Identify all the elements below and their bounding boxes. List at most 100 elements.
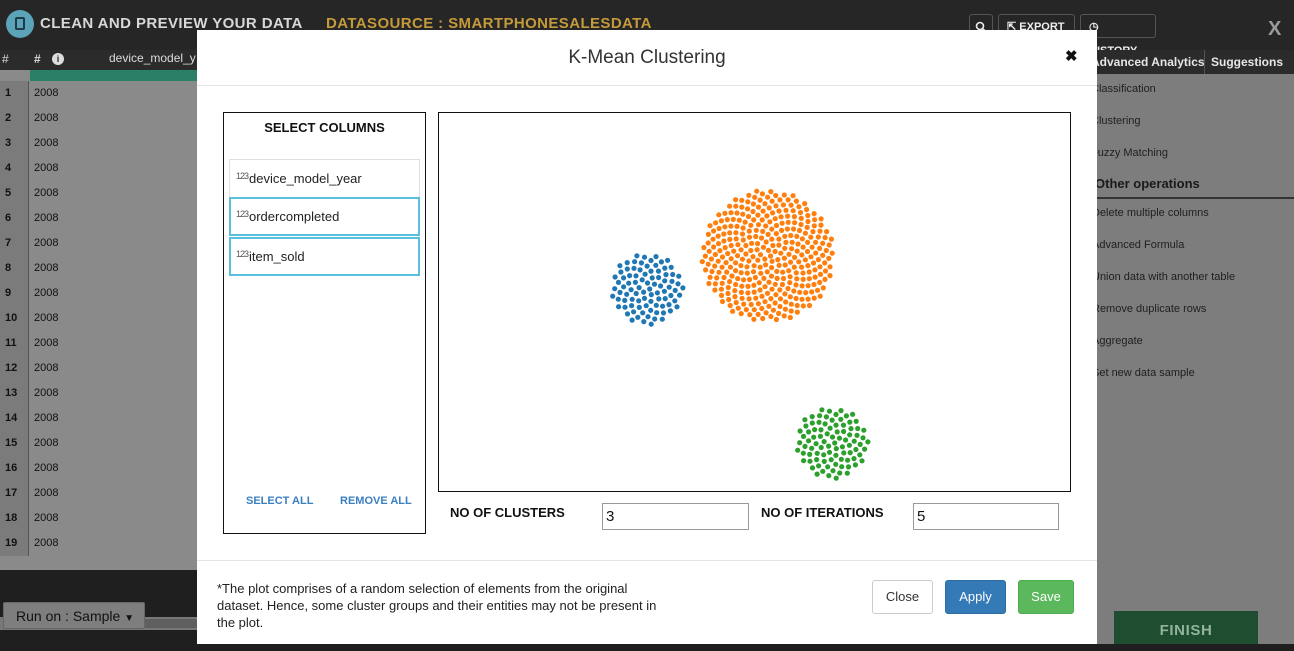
cluster-point [817,264,823,270]
cluster-point [838,456,844,462]
cluster-point [716,212,722,218]
cluster-point [744,270,750,276]
iterations-label: NO OF ITERATIONS [761,505,884,520]
save-button[interactable]: Save [1018,580,1074,614]
cluster-point [753,227,759,233]
cell-value[interactable]: 2008 [34,156,58,181]
cell-value[interactable]: 2008 [34,481,58,506]
op-classification[interactable]: Classification [1091,83,1156,95]
run-on-dropdown[interactable]: Run on : Sample ▼ [3,602,145,629]
cell-value[interactable]: 2008 [34,106,58,131]
close-button[interactable]: Close [872,580,933,614]
cluster-point [738,311,744,317]
clusters-input[interactable]: 3 [602,503,749,530]
cell-value[interactable]: 2008 [34,506,58,531]
cell-value[interactable]: 2008 [34,431,58,456]
op-remove-duplicates[interactable]: Remove duplicate rows [1092,303,1206,315]
column-option-item-sold[interactable]: 123 item_sold [229,237,420,276]
cluster-point [802,230,808,236]
cluster-point [772,281,778,287]
column-option-device-model-year[interactable]: 123 device_model_year [229,159,420,198]
cluster-point [833,461,839,467]
cluster-point [833,452,839,458]
cell-value[interactable]: 2008 [34,406,58,431]
cluster-point [644,263,650,269]
cluster-point [829,250,835,256]
cluster-point [633,273,639,279]
cluster-point [825,464,831,470]
cluster-point [782,291,788,297]
cluster-point [809,445,815,451]
tab-advanced-analytics[interactable]: Advanced Analytics [1091,55,1205,69]
op-set-data-sample[interactable]: Set new data sample [1092,367,1195,379]
app-logo-icon [6,10,34,38]
cell-value[interactable]: 2008 [34,181,58,206]
cell-value[interactable]: 2008 [34,231,58,256]
cell-value[interactable]: 2008 [34,531,58,556]
cluster-point [666,284,672,290]
remove-all-link[interactable]: REMOVE ALL [340,495,412,507]
cell-value[interactable]: 2008 [34,281,58,306]
cluster-point [773,192,779,199]
op-advanced-formula[interactable]: Advanced Formula [1092,239,1184,251]
cluster-point [820,285,826,291]
cluster-point [730,308,736,314]
cluster-point [859,458,865,464]
app-close-button[interactable]: X [1268,18,1281,41]
cell-value[interactable]: 2008 [34,456,58,481]
cluster-point [854,432,860,438]
cell-value[interactable]: 2008 [34,131,58,156]
tab-suggestions[interactable]: Suggestions [1204,50,1289,74]
row-number: 5 [0,181,29,206]
op-union-data[interactable]: Union data with another table [1092,271,1235,283]
cluster-point [857,441,863,447]
cluster-point [817,433,823,439]
cluster-point [852,462,858,468]
cluster-point [775,257,781,263]
cluster-point [641,319,647,325]
select-all-link[interactable]: SELECT ALL [246,495,313,507]
cluster-point [850,411,856,417]
cluster-point [724,269,730,275]
chevron-down-icon: ▼ [124,613,135,624]
cluster-point [840,422,847,428]
cluster-point [658,259,664,265]
op-fuzzy-matching[interactable]: Fuzzy Matching [1091,147,1168,159]
data-grid: # # i device_model_y 1 2008 2 2008 3 2008 4 200… [0,50,200,630]
cluster-point [735,242,741,248]
cell-value[interactable]: 2008 [34,256,58,281]
info-icon[interactable]: i [52,53,64,65]
column-option-ordercompleted[interactable]: 123 ordercompleted [229,197,420,236]
cluster-point [765,247,772,253]
apply-button[interactable]: Apply [945,580,1006,614]
cluster-point [638,260,644,266]
cluster-point [826,242,832,248]
cluster-point [649,275,655,281]
cluster-point [779,220,785,226]
column-header-name[interactable]: device_model_y [109,51,196,65]
cluster-point [706,248,712,254]
cell-value[interactable]: 2008 [34,356,58,381]
cluster-point [865,439,871,445]
cell-value[interactable]: 2008 [34,81,58,106]
cluster-point [743,251,749,257]
op-clustering[interactable]: Clustering [1091,115,1141,127]
cluster-point [822,268,829,274]
table-row: 18 2008 [0,506,200,531]
divider [197,85,1097,86]
finish-button[interactable]: FINISH [1114,611,1258,644]
cluster-point [827,264,833,270]
close-icon[interactable]: ✖ [1065,47,1078,65]
cluster-point [806,438,812,444]
grid-rows: 1 2008 2 2008 3 2008 4 2008 5 2008 6 2008 7 2008 8 2008… [0,81,200,556]
cluster-point [680,285,686,291]
cell-value[interactable]: 2008 [34,331,58,356]
cell-value[interactable]: 2008 [34,206,58,231]
cluster-point [813,239,819,245]
op-delete-columns[interactable]: Delete multiple columns [1092,207,1209,219]
cell-value[interactable]: 2008 [34,381,58,406]
cluster-point [739,197,745,203]
cell-value[interactable]: 2008 [34,306,58,331]
iterations-input[interactable]: 5 [913,503,1059,530]
op-aggregate[interactable]: Aggregate [1092,335,1143,347]
